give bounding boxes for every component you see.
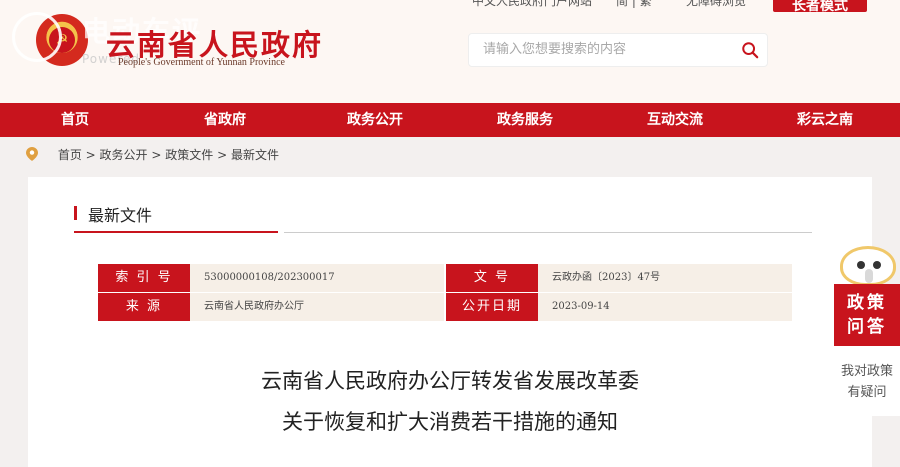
language-switch[interactable]: 简 | 繁 xyxy=(616,0,652,9)
location-pin-icon xyxy=(26,147,38,161)
content-panel: 最新文件 索 引 号 53000000108/202300017 文 号 云政办… xyxy=(28,177,872,467)
date-label: 公开日期 xyxy=(446,293,538,321)
nav-item-government[interactable]: 省政府 xyxy=(175,103,275,137)
source-value: 云南省人民政府办公厅 xyxy=(190,293,444,321)
nav-item-interaction[interactable]: 互动交流 xyxy=(625,103,725,137)
accessibility-link[interactable]: 无障碍浏览 xyxy=(686,0,746,9)
document-title-line2: 关于恢复和扩大消费若干措施的通知 xyxy=(282,410,618,434)
policy-question-line2: 有疑问 xyxy=(847,385,887,400)
nav-item-public-affairs[interactable]: 政务公开 xyxy=(325,103,425,137)
site-subtitle: People's Government of Yunnan Province xyxy=(118,57,285,68)
site-header: 中文人民政府门户网站 简 | 繁 无障碍浏览 长者模式 ☭ 电动车评 Power… xyxy=(0,0,900,103)
section-title: 最新文件 xyxy=(88,206,153,225)
policy-qa-line1: 政策 xyxy=(847,293,887,313)
nav-item-home[interactable]: 首页 xyxy=(25,103,125,137)
breadcrumb-separator: > xyxy=(151,148,166,162)
search-box xyxy=(468,33,768,67)
nav-item-yunnan[interactable]: 彩云之南 xyxy=(775,103,875,137)
source-label: 来 源 xyxy=(98,293,190,321)
section-rule-active xyxy=(74,231,278,233)
breadcrumb-separator: > xyxy=(85,148,100,162)
breadcrumb-home[interactable]: 首页 xyxy=(58,148,82,162)
search-input[interactable] xyxy=(481,41,725,58)
policy-question-link[interactable]: 我对政策 有疑问 xyxy=(834,346,900,416)
policy-qa-button[interactable]: 政策 问答 xyxy=(834,284,900,346)
date-value: 2023-09-14 xyxy=(538,293,792,321)
index-value: 53000000108/202300017 xyxy=(190,264,444,292)
elder-mode-button[interactable]: 长者模式 xyxy=(773,0,867,14)
site-link[interactable]: 中文人民政府门户网站 xyxy=(472,0,592,9)
document-title-line1: 云南省人民政府办公厅转发省发展改革委 xyxy=(261,369,639,393)
breadcrumb-separator: > xyxy=(217,148,231,162)
elephant-mascot-icon xyxy=(840,246,896,286)
docno-label: 文 号 xyxy=(446,264,538,292)
breadcrumb-policy-docs[interactable]: 政策文件 xyxy=(165,148,213,162)
main-nav: 首页 省政府 政务公开 政务服务 互动交流 彩云之南 xyxy=(0,103,900,137)
policy-question-line1: 我对政策 xyxy=(840,364,893,379)
search-icon[interactable] xyxy=(741,41,759,59)
breadcrumb-latest[interactable]: 最新文件 xyxy=(231,148,279,162)
index-label: 索 引 号 xyxy=(98,264,190,292)
section-rule xyxy=(284,232,812,233)
watermark-ring-icon xyxy=(12,12,62,62)
policy-qa-line2: 问答 xyxy=(847,317,887,337)
docno-value: 云政办函〔2023〕47号 xyxy=(538,264,792,292)
breadcrumb-public-affairs[interactable]: 政务公开 xyxy=(100,148,148,162)
breadcrumb: 首页 > 政务公开 > 政策文件 > 最新文件 xyxy=(26,146,279,163)
top-bar: 中文人民政府门户网站 简 | 繁 无障碍浏览 长者模式 xyxy=(0,0,900,14)
nav-item-services[interactable]: 政务服务 xyxy=(475,103,575,137)
policy-qa-widget[interactable]: 政策 问答 我对政策 有疑问 xyxy=(834,246,900,416)
